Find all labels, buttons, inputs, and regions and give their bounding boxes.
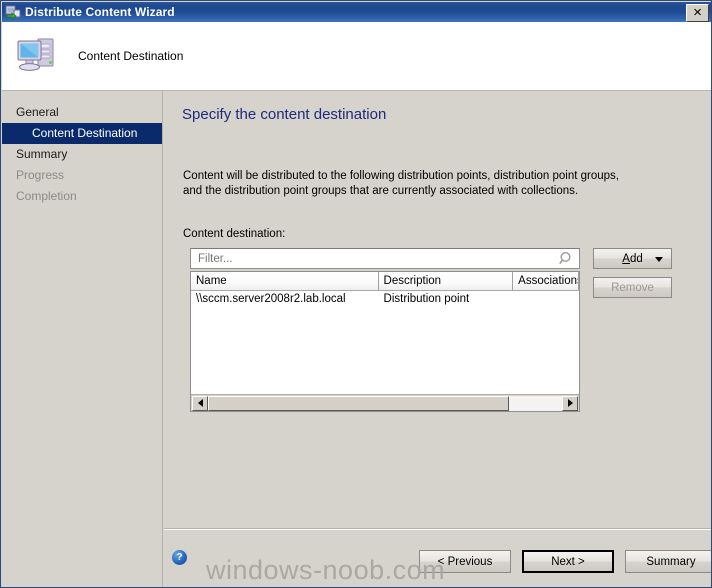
intro-text: Content will be distributed to the follo… (183, 170, 619, 197)
wizard-footer: ? < Previous Next > Summary Cancel (164, 528, 711, 587)
help-icon: ? (176, 552, 183, 563)
sidebar-item-progress: Progress (16, 168, 65, 182)
sidebar-item-summary[interactable]: Summary (2, 144, 162, 165)
wizard-content-pane: Specify the content destination Content … (164, 91, 711, 528)
add-button-label: Add (622, 252, 643, 265)
scroll-right-arrow[interactable] (562, 395, 578, 411)
filter-box[interactable] (190, 248, 580, 269)
previous-button-label: < Previous (437, 555, 493, 568)
horizontal-scrollbar[interactable] (191, 394, 579, 411)
wizard-step-list: General Content Destination Summary Prog… (2, 91, 163, 587)
table-row[interactable]: \\sccm.server2008r2.lab.local Distributi… (191, 291, 579, 307)
sidebar-item-general[interactable]: General (2, 102, 162, 123)
summary-button-label: Summary (646, 555, 696, 568)
help-button[interactable]: ? (172, 550, 187, 565)
next-button-label: Next > (551, 555, 585, 568)
column-header-name[interactable]: Name (191, 272, 379, 290)
computer-monitor-icon (16, 35, 62, 77)
distribute-content-wizard-window: Distribute Content Wizard ✕ Content Dest… (0, 0, 712, 588)
scrollbar-thumb[interactable] (208, 395, 509, 411)
left-arrow-icon (197, 399, 203, 407)
content-destination-list[interactable]: Name Description Associations \\sccm.ser… (190, 271, 580, 412)
add-button[interactable]: Add (593, 248, 672, 269)
summary-button[interactable]: Summary (625, 550, 711, 573)
search-icon[interactable] (559, 251, 574, 266)
title-bar: Distribute Content Wizard ✕ (2, 2, 711, 22)
right-arrow-icon (567, 399, 573, 407)
page-title: Specify the content destination (182, 106, 387, 123)
close-button[interactable]: ✕ (686, 4, 709, 22)
remove-button-label: Remove (611, 281, 654, 294)
distribute-content-icon (5, 4, 21, 20)
search-input[interactable] (196, 249, 555, 268)
column-header-associations[interactable]: Associations (513, 272, 579, 290)
sidebar-item-content-destination[interactable]: Content Destination (2, 123, 162, 144)
sidebar-item-completion: Completion (16, 189, 77, 203)
list-rows: \\sccm.server2008r2.lab.local Distributi… (191, 291, 579, 307)
cell-description: Distribution point (383, 293, 470, 305)
header-title: Content Destination (78, 49, 184, 63)
window-title: Distribute Content Wizard (25, 5, 175, 19)
scroll-left-arrow[interactable] (192, 395, 208, 411)
wizard-header: Content Destination (2, 22, 711, 91)
previous-button[interactable]: < Previous (419, 550, 511, 573)
cell-associations (513, 291, 579, 307)
next-button[interactable]: Next > (522, 550, 614, 573)
content-destination-label: Content destination: (183, 228, 286, 240)
chevron-down-icon (655, 257, 663, 262)
scrollbar-track[interactable] (208, 395, 562, 411)
column-header-description[interactable]: Description (378, 272, 514, 290)
list-header-row: Name Description Associations (191, 272, 579, 291)
close-icon: ✕ (692, 6, 703, 19)
remove-button: Remove (593, 277, 672, 298)
cell-name: \\sccm.server2008r2.lab.local (196, 293, 346, 305)
